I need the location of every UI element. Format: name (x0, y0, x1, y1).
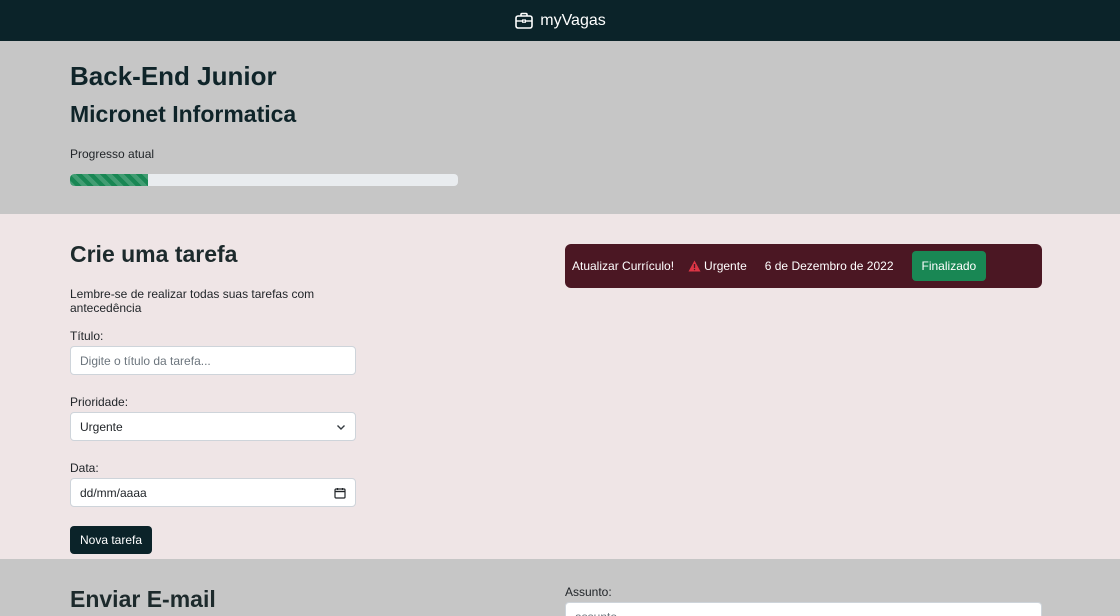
email-section: Enviar E-mail Assunto: (0, 559, 1120, 616)
task-form-hint: Lembre-se de realizar todas suas tarefas… (70, 287, 315, 315)
tasks-section: Crie uma tarefa Lembre-se de realizar to… (0, 214, 1120, 559)
new-task-button[interactable]: Nova tarefa (70, 526, 153, 554)
task-form: Crie uma tarefa Lembre-se de realizar to… (70, 240, 356, 554)
date-label: Data: (70, 461, 99, 475)
title-label: Título: (70, 329, 104, 343)
brand-name[interactable]: myVagas (540, 12, 606, 30)
email-heading: Enviar E-mail (70, 586, 216, 612)
subject-label: Assunto: (565, 585, 612, 599)
priority-select[interactable]: Urgente (70, 412, 356, 441)
job-title: Back-End Junior (70, 61, 277, 91)
company-name: Micronet Informatica (70, 101, 297, 127)
task-title: Atualizar Currículo! (572, 259, 675, 273)
title-group: Título: (70, 329, 356, 375)
job-header: Back-End Junior Micronet Informatica Pro… (0, 41, 1120, 214)
task-title-input[interactable] (70, 346, 356, 375)
task-card: Atualizar Currículo! Urgente 6 de Dezemb… (565, 244, 1042, 288)
date-input-value: dd/mm/aaaa (80, 485, 147, 500)
progress-bar (70, 174, 148, 186)
date-input[interactable]: dd/mm/aaaa (70, 478, 356, 507)
calendar-icon[interactable] (334, 487, 346, 499)
briefcase-icon (515, 12, 534, 29)
progress-track (70, 174, 458, 186)
progress-label: Progresso atual (70, 147, 155, 161)
navbar: myVagas (0, 0, 1120, 41)
chevron-down-icon (337, 424, 345, 430)
task-priority-label: Urgente (704, 259, 747, 273)
task-priority: Urgente (688, 259, 747, 273)
finish-task-button[interactable]: Finalizado (911, 251, 987, 281)
warning-icon (688, 260, 701, 272)
subject-group: Assunto: (565, 585, 1042, 616)
priority-label: Prioridade: (70, 395, 129, 409)
task-form-heading: Crie uma tarefa (70, 241, 238, 267)
task-date: 6 de Dezembro de 2022 (764, 259, 894, 273)
date-group: Data: dd/mm/aaaa (70, 461, 356, 507)
priority-select-value: Urgente (80, 419, 123, 434)
priority-group: Prioridade: Urgente (70, 395, 356, 441)
subject-input[interactable] (565, 602, 1042, 616)
